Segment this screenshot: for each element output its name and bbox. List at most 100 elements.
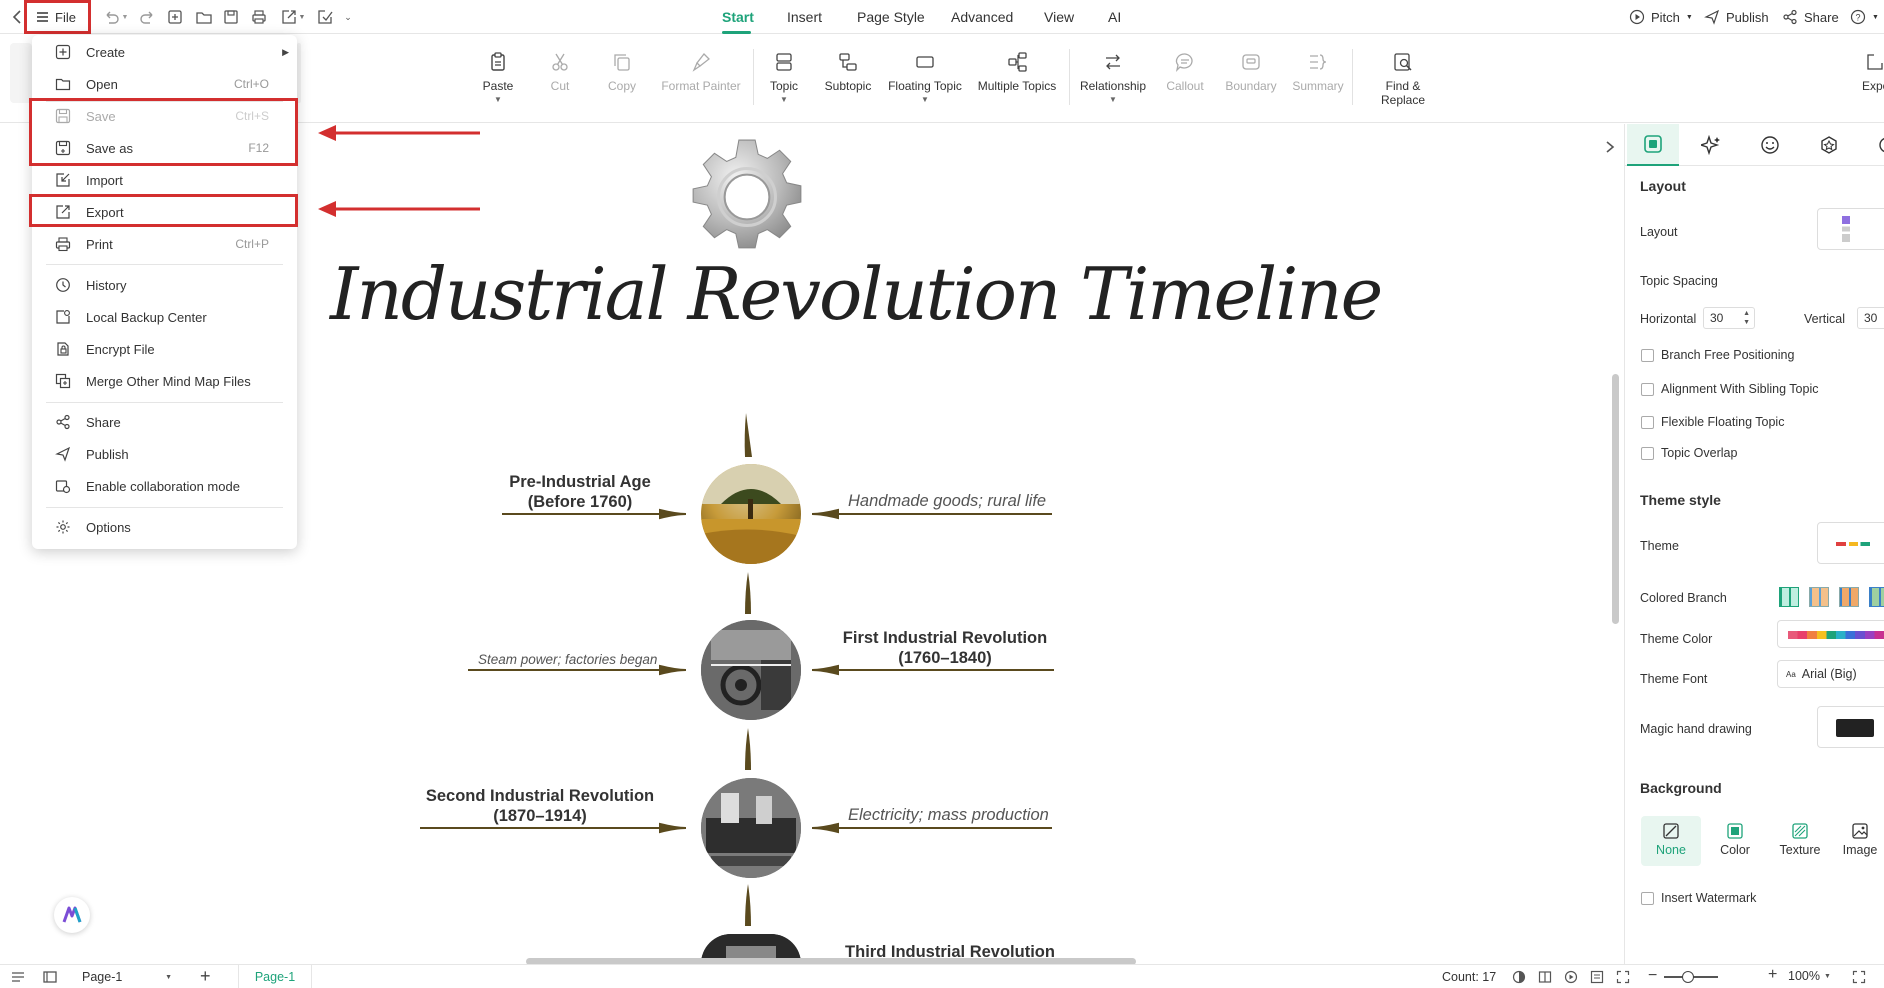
paste-button[interactable]: Paste ▼ (478, 51, 518, 104)
fit-page-icon[interactable] (1590, 970, 1604, 984)
tab-ai[interactable]: AI (1108, 9, 1121, 25)
relationship-button[interactable]: Relationship ▼ (1078, 51, 1148, 104)
menu-item-print[interactable]: Print Ctrl+P (32, 229, 297, 259)
play-slides-icon[interactable] (1564, 970, 1578, 984)
zoom-slider-thumb[interactable] (1682, 971, 1694, 983)
ai-assistant-button[interactable] (54, 897, 90, 933)
topic-dropdown-icon[interactable]: ▼ (780, 95, 788, 104)
callout-button[interactable]: Callout (1163, 51, 1207, 93)
topic-pre-industrial-title[interactable]: Pre-Industrial Age (Before 1760) (470, 472, 690, 512)
insert-watermark-checkbox[interactable] (1641, 892, 1654, 905)
page-tab-active[interactable]: Page-1 (238, 965, 312, 988)
menu-item-collaboration[interactable]: Enable collaboration mode (32, 471, 297, 501)
zoom-level-select[interactable]: 100% ▼ (1788, 969, 1831, 983)
tab-insert[interactable]: Insert (787, 9, 822, 25)
fullscreen-icon[interactable] (1852, 970, 1866, 984)
fit-screen-icon[interactable] (1616, 970, 1630, 984)
zoom-slider[interactable] (1664, 971, 1718, 983)
page-select[interactable]: Page-1 ▼ (74, 967, 174, 987)
vertical-scrollbar[interactable] (1612, 374, 1619, 624)
share-button[interactable]: Share (1782, 9, 1839, 25)
floating-topic-button[interactable]: Floating Topic ▼ (886, 51, 964, 104)
menu-item-create[interactable]: Create ▶ (32, 37, 297, 67)
tab-view[interactable]: View (1044, 9, 1074, 25)
theme-color-picker[interactable] (1777, 620, 1884, 648)
stepper-arrows-icon[interactable]: ▲ ▼ (1743, 309, 1750, 327)
ai-sparkle-icon[interactable] (1701, 135, 1721, 155)
node-image-second-revolution[interactable] (701, 778, 801, 878)
theme-toggle-icon[interactable] (1512, 970, 1526, 984)
alignment-sibling-checkbox[interactable] (1641, 383, 1654, 396)
undo-dropdown-icon[interactable]: ▼ (121, 8, 129, 26)
menu-item-merge[interactable]: Merge Other Mind Map Files (32, 366, 297, 396)
save-icon[interactable] (222, 8, 240, 26)
colored-branch-option[interactable] (1779, 587, 1799, 607)
layout-picker[interactable] (1817, 208, 1884, 250)
subtopic-button[interactable]: Subtopic (822, 51, 874, 93)
publish-button[interactable]: Publish (1704, 9, 1769, 25)
magic-hand-drawing-toggle[interactable] (1817, 706, 1884, 748)
export-button-partial[interactable]: Expo (1858, 51, 1884, 93)
topic-pre-industrial-note[interactable]: Handmade goods; rural life (848, 492, 1046, 511)
help-button[interactable]: ? ▼ (1850, 9, 1879, 25)
menu-item-options[interactable]: Options (32, 512, 297, 542)
zoom-in-icon[interactable]: + (1768, 966, 1777, 984)
topic-first-revolution-note[interactable]: Steam power; factories began (478, 652, 657, 667)
menu-item-share[interactable]: Share (32, 407, 297, 437)
floating-topic-dropdown-icon[interactable]: ▼ (921, 95, 929, 104)
cut-button[interactable]: Cut (540, 51, 580, 93)
bg-option-texture[interactable]: Texture (1770, 816, 1830, 866)
back-chevron-icon[interactable] (12, 9, 22, 25)
relationship-dropdown-icon[interactable]: ▼ (1109, 95, 1117, 104)
more-tab-icon[interactable] (1877, 135, 1884, 155)
topic-second-revolution-note[interactable]: Electricity; mass production (848, 806, 1049, 825)
menu-item-local-backup[interactable]: Local Backup Center (32, 302, 297, 332)
bg-option-none[interactable]: None (1641, 816, 1701, 866)
node-image-pre-industrial[interactable] (701, 464, 801, 564)
boundary-button[interactable]: Boundary (1222, 51, 1280, 93)
zoom-out-icon[interactable]: − (1648, 967, 1657, 985)
topic-second-revolution-title[interactable]: Second Industrial Revolution (1870–1914) (420, 786, 660, 826)
topic-button[interactable]: Topic ▼ (764, 51, 804, 104)
copy-button[interactable]: Copy (602, 51, 642, 93)
customize-toolbar-icon[interactable]: ⌄ (343, 8, 353, 26)
colored-branch-option[interactable] (1869, 587, 1884, 607)
horizontal-spacing-input[interactable]: 30 ▲ ▼ (1703, 307, 1755, 329)
menu-item-publish[interactable]: Publish (32, 439, 297, 469)
emoji-icon[interactable] (1760, 135, 1780, 155)
menu-item-history[interactable]: History (32, 270, 297, 300)
print-icon[interactable] (250, 8, 268, 26)
panel-collapse-chevron-icon[interactable] (1604, 140, 1616, 154)
outline-toggle-icon[interactable] (10, 970, 26, 984)
format-painter-button[interactable]: Format Painter (655, 51, 747, 93)
bg-option-color[interactable]: Color (1705, 816, 1765, 866)
export-quick-icon[interactable] (280, 8, 298, 26)
node-image-first-revolution[interactable] (701, 620, 801, 720)
task-check-icon[interactable] (316, 8, 334, 26)
page-view-icon[interactable] (42, 970, 58, 984)
pitch-button[interactable]: Pitch ▼ (1629, 9, 1693, 25)
summary-button[interactable]: Summary (1292, 51, 1344, 93)
branch-free-checkbox[interactable] (1641, 349, 1654, 362)
theme-font-select[interactable]: Aa Arial (Big) (1777, 660, 1884, 688)
menu-item-import[interactable]: Import (32, 165, 297, 195)
export-dropdown-icon[interactable]: ▼ (298, 8, 306, 26)
theme-badge-icon[interactable] (1819, 135, 1839, 155)
menu-item-open[interactable]: Open Ctrl+O (32, 69, 297, 99)
topic-first-revolution-title[interactable]: First Industrial Revolution (1760–1840) (830, 628, 1060, 668)
panel-tab-layout[interactable] (1627, 124, 1679, 166)
new-file-icon[interactable] (166, 8, 184, 26)
redo-icon[interactable] (139, 8, 157, 26)
tab-start[interactable]: Start (722, 9, 754, 25)
open-folder-icon[interactable] (195, 8, 213, 26)
vertical-spacing-input[interactable]: 30 (1857, 307, 1884, 329)
find-replace-button[interactable]: Find & Replace (1362, 51, 1444, 107)
colored-branch-option-selected[interactable] (1809, 587, 1829, 607)
flexible-floating-checkbox[interactable] (1641, 416, 1654, 429)
undo-icon[interactable] (102, 8, 120, 26)
book-view-icon[interactable] (1538, 970, 1552, 984)
topic-overlap-checkbox[interactable] (1641, 447, 1654, 460)
menu-item-encrypt[interactable]: Encrypt File (32, 334, 297, 364)
paste-dropdown-icon[interactable]: ▼ (494, 95, 502, 104)
add-page-icon[interactable]: + (200, 966, 211, 987)
